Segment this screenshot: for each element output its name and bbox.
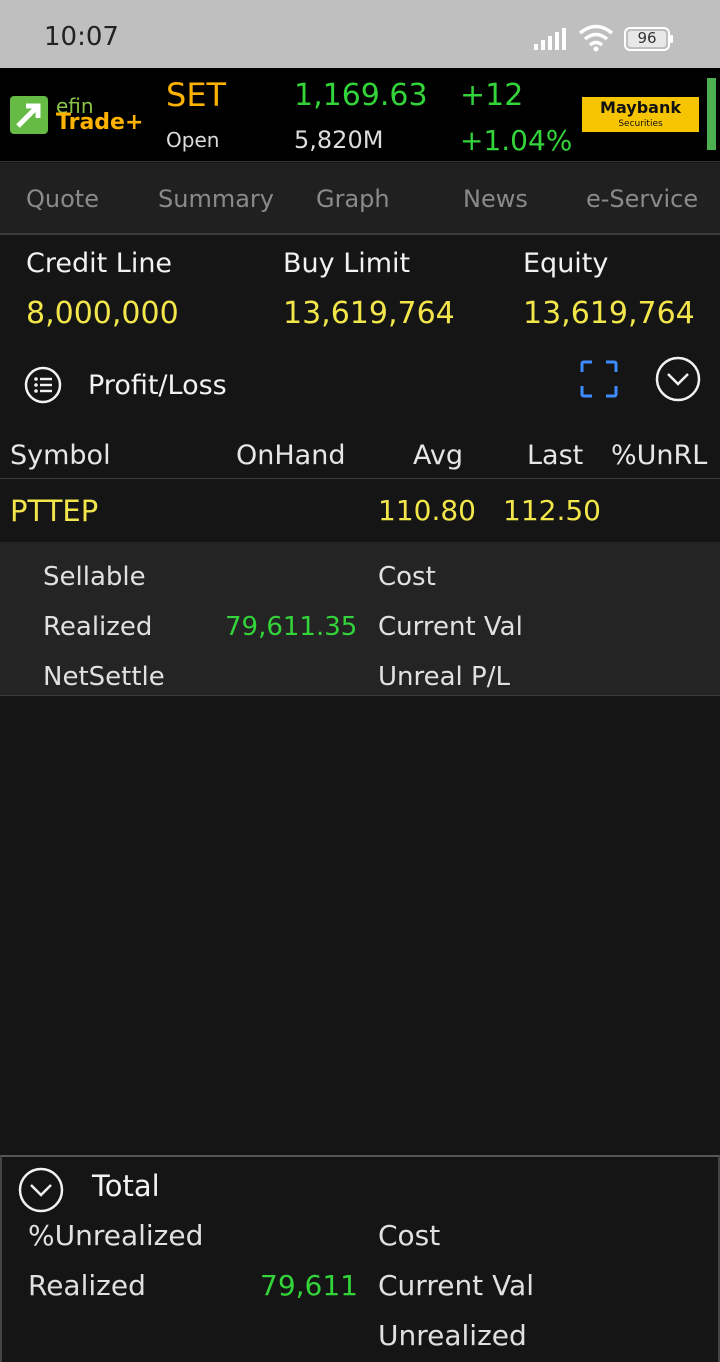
- wifi-icon: [578, 24, 614, 52]
- market-change: +12: [460, 78, 524, 113]
- sellable-label: Sellable: [43, 562, 146, 592]
- status-time: 10:07: [44, 22, 119, 52]
- chevron-down-icon[interactable]: [18, 1167, 64, 1213]
- tab-bar: Quote Summary Graph News e-Service: [0, 163, 720, 235]
- tab-e-service[interactable]: e-Service: [586, 185, 698, 213]
- position-detail-panel: Sellable Realized 79,611.35 NetSettle Co…: [0, 542, 720, 696]
- buy-limit-label: Buy Limit: [283, 248, 411, 279]
- broker-name: Maybank: [600, 98, 681, 117]
- market-change-pct: +1.04%: [460, 124, 573, 157]
- total-current-val-label: Current Val: [378, 1269, 534, 1302]
- signal-icon: [534, 28, 566, 50]
- row-last: 112.50: [503, 494, 601, 527]
- total-panel: Total %Unrealized Realized 79,611 Cost C…: [0, 1155, 720, 1362]
- unreal-pl-label: Unreal P/L: [378, 662, 510, 692]
- col-header-onhand: OnHand: [236, 440, 346, 471]
- realized-label: Realized: [43, 612, 153, 642]
- market-status: Open: [166, 128, 220, 152]
- battery-level: 96: [637, 29, 657, 47]
- equity-value: 13,619,764: [523, 296, 695, 331]
- tab-news[interactable]: News: [463, 185, 528, 213]
- cost-label: Cost: [378, 562, 436, 592]
- tab-summary[interactable]: Summary: [158, 185, 274, 213]
- total-realized-value: 79,611: [260, 1269, 358, 1302]
- col-header-unrl: %UnRL: [611, 440, 708, 471]
- header-divider: [0, 478, 720, 479]
- total-realized-label: Realized: [28, 1269, 146, 1302]
- market-name[interactable]: SET: [166, 76, 226, 114]
- col-header-last: Last: [527, 440, 584, 471]
- status-bar: 10:07 96: [0, 0, 720, 68]
- broker-sub: Securities: [618, 119, 663, 129]
- market-header: efin Trade+ SET Open 1,169.63 5,820M +12…: [0, 68, 720, 162]
- fullscreen-icon[interactable]: [580, 360, 618, 398]
- col-header-symbol: Symbol: [10, 440, 111, 471]
- tab-graph[interactable]: Graph: [316, 185, 390, 213]
- buy-limit-value: 13,619,764: [283, 296, 455, 331]
- list-menu-icon[interactable]: [24, 366, 62, 404]
- credit-line-label: Credit Line: [26, 248, 173, 279]
- total-unrealized-label: Unrealized: [378, 1319, 527, 1352]
- total-cost-label: Cost: [378, 1219, 441, 1252]
- row-symbol[interactable]: PTTEP: [10, 494, 98, 528]
- equity-label: Equity: [523, 248, 609, 279]
- market-volume: 5,820M: [294, 126, 384, 154]
- efin-logo-icon: [10, 96, 48, 134]
- tab-quote[interactable]: Quote: [26, 185, 99, 213]
- col-header-avg: Avg: [413, 440, 464, 471]
- netsettle-label: NetSettle: [43, 662, 165, 692]
- row-avg: 110.80: [378, 494, 476, 527]
- market-index-value: 1,169.63: [294, 78, 428, 113]
- total-unrealized-pct-label: %Unrealized: [28, 1219, 204, 1252]
- credit-line-value: 8,000,000: [26, 296, 179, 331]
- current-val-label: Current Val: [378, 612, 523, 642]
- total-title: Total: [92, 1169, 160, 1203]
- status-indicator-bar: [707, 78, 716, 150]
- chevron-down-icon[interactable]: [655, 356, 701, 402]
- realized-value: 79,611.35: [225, 612, 358, 642]
- section-title: Profit/Loss: [88, 370, 227, 401]
- logo-trade-text: Trade+: [56, 110, 144, 135]
- broker-logo[interactable]: Maybank Securities: [582, 97, 699, 132]
